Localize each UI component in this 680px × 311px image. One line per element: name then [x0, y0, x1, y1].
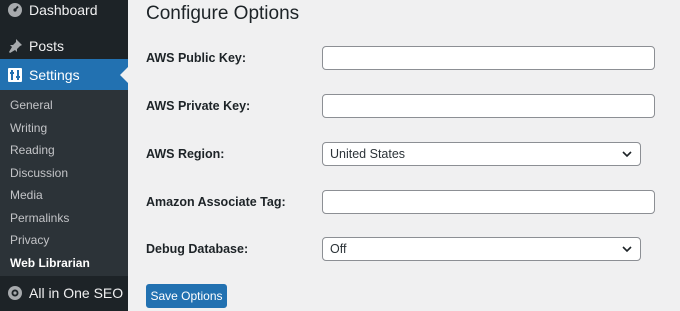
aws-public-key-label: AWS Public Key: [146, 51, 247, 65]
seo-gear-icon [7, 285, 23, 301]
chevron-down-icon [622, 151, 632, 158]
pushpin-icon [7, 38, 23, 54]
menu-label-settings: Settings [29, 67, 80, 83]
aws-region-value: United States [330, 147, 406, 161]
aws-region-label: AWS Region: [146, 147, 225, 161]
submenu-writing[interactable]: Writing [10, 121, 47, 135]
menu-label-seo: All in One SEO [29, 285, 124, 301]
settings-submenu: General Writing Reading Discussion Media… [0, 90, 128, 276]
amazon-associate-tag-input[interactable] [322, 190, 655, 214]
active-indicator [120, 67, 128, 83]
submenu-general[interactable]: General [10, 98, 53, 112]
save-options-button[interactable]: Save Options [146, 284, 227, 308]
chevron-down-icon [622, 246, 632, 253]
aws-private-key-label: AWS Private Key: [146, 99, 251, 113]
submenu-discussion[interactable]: Discussion [10, 166, 68, 180]
submenu-web-librarian[interactable]: Web Librarian [10, 256, 90, 270]
submenu-permalinks[interactable]: Permalinks [10, 211, 69, 225]
menu-item-all-in-one-seo[interactable]: All in One SEO [0, 277, 128, 309]
submenu-reading[interactable]: Reading [10, 143, 55, 157]
aws-region-select[interactable]: United States [322, 142, 641, 166]
menu-item-dashboard[interactable]: Dashboard [0, 0, 128, 26]
debug-database-value: Off [330, 242, 347, 256]
sliders-icon [7, 67, 23, 83]
menu-item-settings[interactable]: Settings [0, 59, 128, 91]
aws-public-key-input[interactable] [322, 46, 655, 70]
debug-database-select[interactable]: Off [322, 237, 641, 261]
gauge-icon [7, 2, 23, 18]
aws-private-key-input[interactable] [322, 94, 655, 118]
amazon-associate-tag-label: Amazon Associate Tag: [146, 195, 286, 209]
admin-sidebar: Dashboard Posts Settings General Writing… [0, 0, 128, 311]
menu-item-posts[interactable]: Posts [0, 30, 128, 62]
debug-database-label: Debug Database: [146, 242, 249, 256]
menu-label-dashboard: Dashboard [29, 2, 98, 18]
submenu-media[interactable]: Media [10, 188, 43, 202]
menu-label-posts: Posts [29, 38, 65, 54]
submenu-privacy[interactable]: Privacy [10, 233, 49, 247]
page-title: Configure Options [146, 3, 300, 24]
